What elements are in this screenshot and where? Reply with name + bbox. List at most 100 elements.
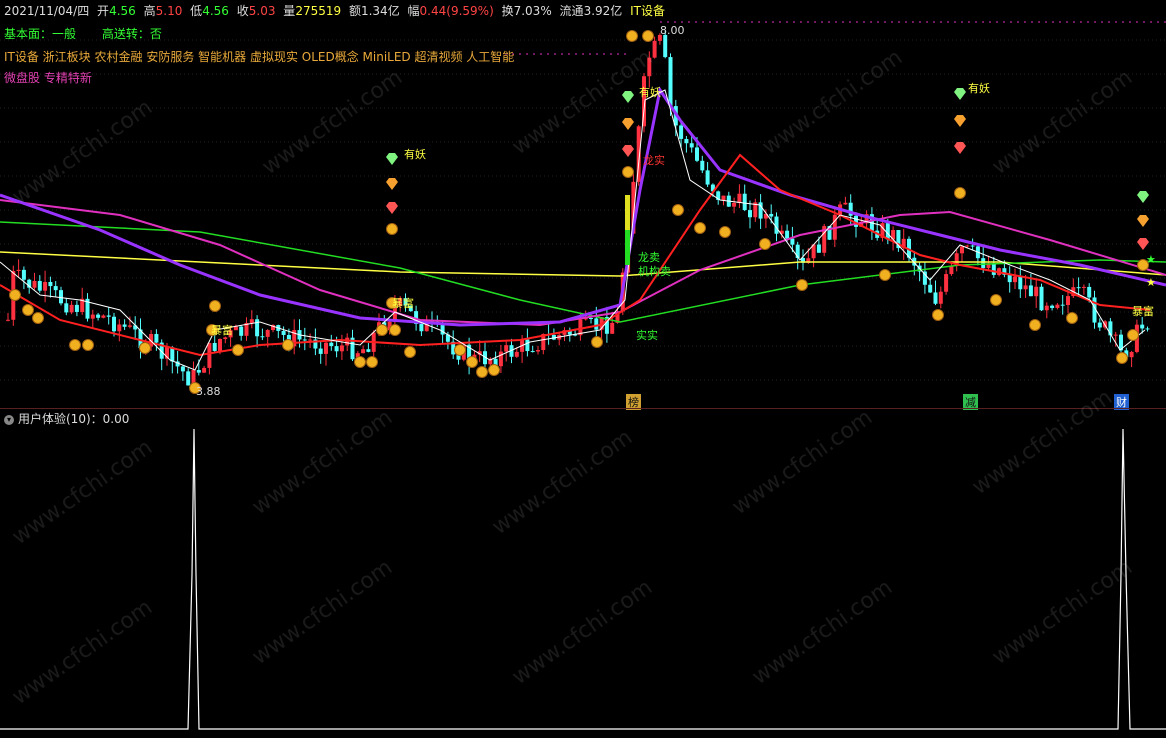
candle-body [843, 202, 848, 205]
candle-body [1087, 286, 1092, 298]
coin-icon [466, 356, 478, 368]
candle-body [32, 280, 37, 288]
candle-body [732, 202, 737, 207]
signal-baofu-3: 暴富 [1132, 305, 1154, 318]
coin-icon [672, 204, 684, 216]
coin-icon [69, 339, 81, 351]
candle-body [498, 351, 503, 367]
candle-body [334, 346, 339, 352]
concepts-row: IT设备 浙江板块 农村金融 安防服务 智能机器 虚拟现实 OLED概念 Min… [4, 50, 515, 64]
candle-body [308, 339, 313, 341]
coin-icon [1029, 319, 1041, 331]
gem-icon [386, 202, 398, 214]
spike-bar [625, 230, 630, 265]
quote-bar: 2021/11/04/四 开4.56 高5.10 低4.56 收5.03 量27… [0, 0, 1166, 22]
candle-body [589, 318, 593, 320]
candle-body [69, 304, 74, 313]
signal-baofu-2: 暴富 [392, 297, 414, 310]
candle-body [663, 34, 668, 58]
candle-body [202, 367, 207, 373]
coin-icon [990, 294, 1002, 306]
coin-icon [759, 238, 771, 250]
candle-body [668, 57, 673, 107]
collapse-icon[interactable]: ▾ [4, 414, 14, 425]
candle-body [960, 246, 964, 254]
coin-icon [1127, 329, 1139, 341]
candle-body [419, 323, 424, 332]
coin-icon [719, 226, 731, 238]
candle-body [96, 314, 101, 318]
candle-body [1055, 304, 1060, 308]
candle-body [885, 223, 890, 240]
candle-body [514, 351, 519, 357]
candle-body [218, 339, 222, 351]
gem-icon [1137, 215, 1149, 227]
candle-body [742, 193, 747, 211]
candle-body [1081, 286, 1086, 288]
coin-icon [694, 222, 706, 234]
candle-body [933, 292, 938, 304]
candle-body [504, 345, 509, 352]
indicator-chart[interactable] [0, 424, 1166, 738]
signal-longshi: 龙实 [643, 154, 665, 167]
candle-body [154, 333, 159, 343]
coin-icon [376, 324, 388, 336]
candle-body [938, 291, 943, 304]
candle-body [265, 330, 270, 337]
pane-divider[interactable] [0, 408, 1166, 409]
coin-icon [932, 309, 944, 321]
gem-icon [622, 145, 634, 157]
candle-body [721, 195, 726, 200]
candle-body [196, 369, 201, 373]
candle-body [43, 281, 48, 291]
candle-body [16, 269, 21, 271]
coin-icon [282, 339, 294, 351]
coin-icon [642, 30, 654, 42]
coin-icon [232, 344, 244, 356]
candle-body [180, 366, 185, 372]
coin-icon [879, 269, 891, 281]
candle-body [345, 337, 350, 346]
candle-body [1044, 305, 1049, 311]
candle-body [790, 238, 795, 245]
coin-icon [796, 279, 808, 291]
candle-body [127, 325, 132, 327]
candle-body [53, 286, 58, 291]
signal-baofu-1: 暴富 [211, 324, 233, 337]
candle-body [1023, 285, 1028, 290]
gem-icon [386, 153, 398, 165]
gem-icon [1137, 238, 1149, 250]
coin-icon [82, 339, 94, 351]
candle-body [1097, 322, 1102, 328]
indicator-line [0, 428, 1166, 730]
candle-body [530, 351, 535, 353]
date-text: 2021/11/04/四 [4, 4, 90, 18]
candle-body [260, 336, 265, 338]
coin-icon [1066, 312, 1078, 324]
candle-body [361, 349, 366, 354]
candle-body [1034, 286, 1039, 297]
candle-body [944, 274, 949, 292]
candle-body [339, 345, 344, 352]
candle-body [594, 318, 599, 330]
candle-body [1050, 305, 1055, 308]
candle-body [610, 322, 615, 334]
low-quote: 低4.56 [190, 4, 229, 18]
candle-body [64, 303, 69, 313]
candle-body [536, 350, 540, 352]
candle-body [207, 342, 212, 368]
gem-icon [1137, 191, 1149, 203]
peak-price-label: 8.00 [660, 24, 685, 37]
coin-icon [139, 342, 151, 354]
high-transfer-value: 否 [149, 27, 162, 41]
candle-body [122, 324, 127, 327]
fundamentals-value: 一般 [52, 27, 77, 41]
fundamentals-label: 基本面： [4, 27, 53, 41]
coin-icon [591, 336, 603, 348]
candle-body [101, 315, 106, 318]
coin-icon [389, 324, 401, 336]
candle-body [1039, 286, 1044, 311]
ma-purple-line [0, 86, 1166, 327]
coin-icon [454, 344, 466, 356]
candle-body [705, 170, 710, 185]
